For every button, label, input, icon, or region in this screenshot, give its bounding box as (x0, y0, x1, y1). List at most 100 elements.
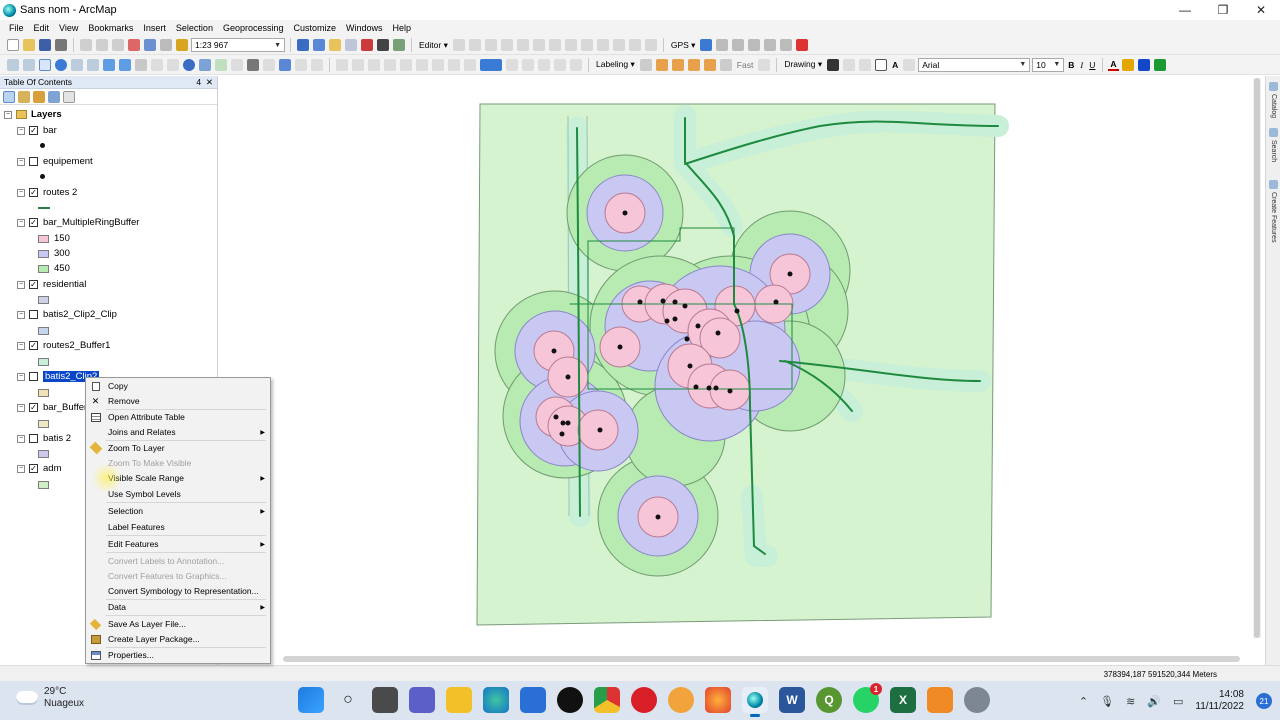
search-window-icon[interactable] (345, 39, 357, 51)
georef-icon-4[interactable] (384, 58, 396, 71)
maximize-button[interactable]: ❐ (1204, 0, 1242, 20)
chrome-icon[interactable] (594, 687, 620, 713)
visibility-checkbox[interactable]: ✓ (29, 188, 38, 197)
layer-row-bar-multipleringbuffer[interactable]: − ✓ bar_MultipleRingBuffer (17, 215, 139, 230)
menu-customize[interactable]: Customize (289, 23, 342, 33)
zoom-out-icon[interactable] (23, 58, 35, 71)
create-features-icon[interactable] (580, 39, 593, 51)
text-tool[interactable]: A (890, 60, 900, 70)
menu-edit[interactable]: Edit (29, 23, 55, 33)
collapse-icon[interactable]: − (17, 157, 25, 166)
label-quality-combo[interactable]: Fast (735, 60, 756, 70)
italic-button[interactable]: I (1078, 60, 1085, 70)
georef-icon-3[interactable] (368, 58, 380, 71)
teams-chat-icon[interactable] (409, 687, 435, 713)
python-window-icon[interactable] (377, 39, 389, 51)
visibility-checkbox[interactable]: ✓ (29, 218, 38, 227)
georef-icon-9[interactable] (464, 58, 476, 71)
toc-window-icon[interactable] (313, 39, 325, 51)
visibility-checkbox[interactable]: ✓ (29, 464, 38, 473)
measure-icon[interactable] (231, 58, 243, 71)
toc-close-icon[interactable]: ✕ (206, 77, 213, 87)
create-features-tab[interactable]: Create Features (1268, 180, 1279, 243)
menu-item-convert-labels[interactable]: Convert Labels to Annotation... (86, 554, 270, 568)
map-vertical-scrollbar[interactable] (1253, 78, 1261, 638)
pin-icon[interactable]: 4 (196, 77, 201, 87)
layer-row-routes2-buffer1[interactable]: − ✓ routes2_Buffer1 (17, 338, 110, 353)
menu-view[interactable]: View (54, 23, 83, 33)
label-quality-dropdown-icon[interactable] (758, 58, 771, 71)
rotate-icon[interactable] (532, 39, 545, 51)
gps-menu[interactable]: GPS ▾ (669, 40, 698, 51)
layer-row-bar[interactable]: − ✓ bar (17, 123, 57, 138)
menu-item-selection[interactable]: Selection ▶ (86, 504, 270, 518)
menu-item-zoom-to-layer[interactable]: Zoom To Layer (86, 441, 270, 455)
collapse-icon[interactable]: − (17, 218, 25, 227)
font-color-button[interactable]: A (1108, 59, 1119, 71)
gps-pan-icon[interactable] (764, 39, 777, 51)
scrollbar-thumb[interactable] (1254, 78, 1260, 638)
menu-item-convert-symbology[interactable]: Convert Symbology to Representation... (86, 584, 270, 598)
editor-toolbar-icon[interactable] (297, 39, 309, 51)
whatsapp-icon[interactable]: 1 (853, 683, 882, 713)
menu-geoprocessing[interactable]: Geoprocessing (218, 23, 289, 33)
map-display[interactable] (220, 76, 1264, 656)
zoom-to-selected-icon[interactable] (859, 58, 872, 71)
swatch-dropdown-icon[interactable] (506, 58, 518, 71)
menu-item-data[interactable]: Data ▶ (86, 600, 270, 614)
layer-row-batis-2[interactable]: − batis 2 (17, 431, 71, 446)
split-icon[interactable] (516, 39, 529, 51)
edge-icon[interactable] (483, 687, 509, 713)
qgis-icon[interactable]: Q (816, 687, 842, 713)
settings-gear-icon[interactable] (964, 687, 990, 713)
collapse-icon[interactable]: − (17, 188, 25, 197)
store-icon[interactable] (520, 687, 546, 713)
minimize-button[interactable]: — (1166, 0, 1204, 20)
layer-row-equipement[interactable]: − equipement (17, 154, 93, 169)
menu-item-properties[interactable]: Properties... (86, 648, 270, 662)
collapse-icon[interactable]: − (17, 310, 25, 319)
forward-extent-icon[interactable] (119, 58, 131, 71)
clock[interactable]: 14:08 11/11/2022 (1195, 689, 1244, 713)
sketch-properties-icon[interactable] (564, 39, 577, 51)
layout-icon-3[interactable] (554, 58, 566, 71)
label-weight-icon[interactable] (687, 58, 700, 71)
identify-icon[interactable] (183, 58, 195, 71)
collapse-icon[interactable]: − (17, 464, 25, 473)
menu-windows[interactable]: Windows (341, 23, 388, 33)
editor-menu[interactable]: Editor ▾ (417, 40, 450, 51)
excel-icon[interactable]: X (890, 687, 916, 713)
menu-item-joins-and-relates[interactable]: Joins and Relates ▶ (86, 425, 270, 439)
edit-tool-icon[interactable] (452, 39, 465, 51)
html-popup-icon[interactable] (215, 58, 227, 71)
fixed-zoom-in-icon[interactable] (71, 58, 83, 71)
fill-color-icon[interactable] (1121, 58, 1134, 71)
app-orange-icon[interactable] (668, 687, 694, 713)
options-icon[interactable] (63, 90, 75, 103)
catalog-window-icon[interactable] (329, 39, 341, 51)
georef-icon-6[interactable] (416, 58, 428, 71)
visibility-checkbox[interactable] (29, 372, 38, 381)
model-builder-icon[interactable] (393, 39, 405, 51)
layout-icon-1[interactable] (522, 58, 534, 71)
georef-icon-5[interactable] (400, 58, 412, 71)
label-manager-icon[interactable] (639, 58, 652, 71)
layer-row-routes-2[interactable]: − ✓ routes 2 (17, 185, 77, 200)
menu-file[interactable]: File (4, 23, 29, 33)
fixed-zoom-out-icon[interactable] (87, 58, 99, 71)
gps-open-log-icon[interactable] (716, 39, 729, 51)
github-icon[interactable] (557, 687, 583, 713)
menu-item-edit-features[interactable]: Edit Features ▶ (86, 537, 270, 551)
visibility-checkbox[interactable]: ✓ (29, 280, 38, 289)
app-folder-icon[interactable] (927, 687, 953, 713)
reshape-icon[interactable] (644, 39, 657, 51)
edit-vertices-draw-icon[interactable] (903, 58, 916, 71)
collapse-icon[interactable]: − (17, 280, 25, 289)
menu-insert[interactable]: Insert (138, 23, 171, 33)
collapse-icon[interactable]: − (17, 434, 25, 443)
georef-icon-2[interactable] (352, 58, 364, 71)
scale-combo[interactable]: 1:23 967 ▼ (191, 38, 285, 52)
topology-icon[interactable] (596, 39, 609, 51)
list-by-selection-icon[interactable] (48, 90, 60, 103)
layer-row-batis2-clip2-clip[interactable]: − batis2_Clip2_Clip (17, 307, 117, 322)
